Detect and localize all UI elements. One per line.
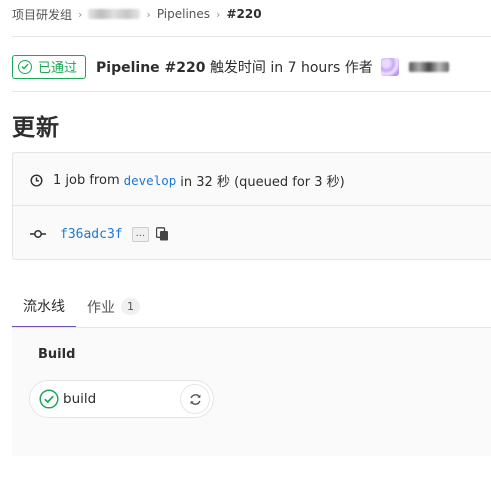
breadcrumb-separator: › bbox=[216, 7, 221, 21]
check-circle-icon bbox=[18, 59, 32, 74]
stage-name: Build bbox=[38, 347, 76, 362]
job-summary: 1 job from develop in 32 秒 (queued for 3… bbox=[30, 170, 345, 190]
retry-icon bbox=[189, 393, 201, 405]
divider bbox=[12, 91, 491, 92]
breadcrumb-current[interactable]: #220 bbox=[226, 7, 261, 21]
breadcrumb-project-redacted[interactable] bbox=[88, 9, 141, 19]
breadcrumb-pipelines[interactable]: Pipelines bbox=[157, 7, 210, 21]
divider bbox=[12, 36, 491, 37]
author-name-redacted[interactable] bbox=[408, 61, 449, 72]
pipeline-triggered-text: 触发时间 in 7 hours 作者 bbox=[209, 59, 373, 76]
pipeline-graph: Build build bbox=[12, 328, 491, 456]
job-summary-prefix: 1 job from bbox=[53, 172, 120, 188]
breadcrumb-separator: › bbox=[146, 7, 151, 21]
pipeline-info-box: 1 job from develop in 32 秒 (queued for 3… bbox=[12, 152, 491, 260]
job-name: build bbox=[63, 391, 97, 407]
copy-sha-button[interactable] bbox=[156, 227, 169, 241]
pipeline-tabs: 流水线 作业 1 bbox=[12, 285, 151, 328]
avatar[interactable] bbox=[380, 57, 399, 76]
jobs-count-badge: 1 bbox=[121, 298, 140, 315]
branch-link[interactable]: develop bbox=[124, 173, 177, 188]
commit-icon bbox=[30, 229, 46, 239]
tab-label: 流水线 bbox=[23, 298, 65, 315]
check-circle-icon bbox=[39, 389, 59, 409]
duration-text: in 32 秒 (queued for 3 秒) bbox=[180, 174, 345, 190]
commit-row: f36adc3f ... bbox=[30, 223, 169, 245]
status-badge[interactable]: 已通过 bbox=[12, 54, 87, 79]
clipboard-icon bbox=[156, 227, 169, 241]
divider bbox=[13, 205, 491, 206]
breadcrumb: 项目研发组 › › Pipelines › #220 bbox=[12, 6, 262, 22]
clock-icon bbox=[30, 173, 43, 187]
commit-sha-link[interactable]: f36adc3f bbox=[60, 227, 123, 242]
status-label: 已通过 bbox=[38, 61, 78, 76]
tab-jobs[interactable]: 作业 1 bbox=[76, 285, 151, 328]
pipeline-header: 已通过 Pipeline #220 触发时间 in 7 hours 作者 bbox=[12, 54, 449, 79]
tab-label: 作业 bbox=[87, 299, 115, 316]
toggle-commit-message-button[interactable]: ... bbox=[131, 226, 150, 242]
pipeline-title: Pipeline #220 触发时间 in 7 hours 作者 bbox=[96, 57, 373, 77]
breadcrumb-separator: › bbox=[78, 7, 83, 21]
pipeline-id: Pipeline #220 bbox=[96, 59, 206, 76]
retry-job-button[interactable] bbox=[180, 384, 210, 414]
page-title: 更新 bbox=[12, 115, 60, 141]
breadcrumb-group[interactable]: 项目研发组 bbox=[12, 6, 72, 23]
tab-pipeline[interactable]: 流水线 bbox=[12, 285, 76, 328]
job-item-build[interactable]: build bbox=[29, 380, 214, 418]
